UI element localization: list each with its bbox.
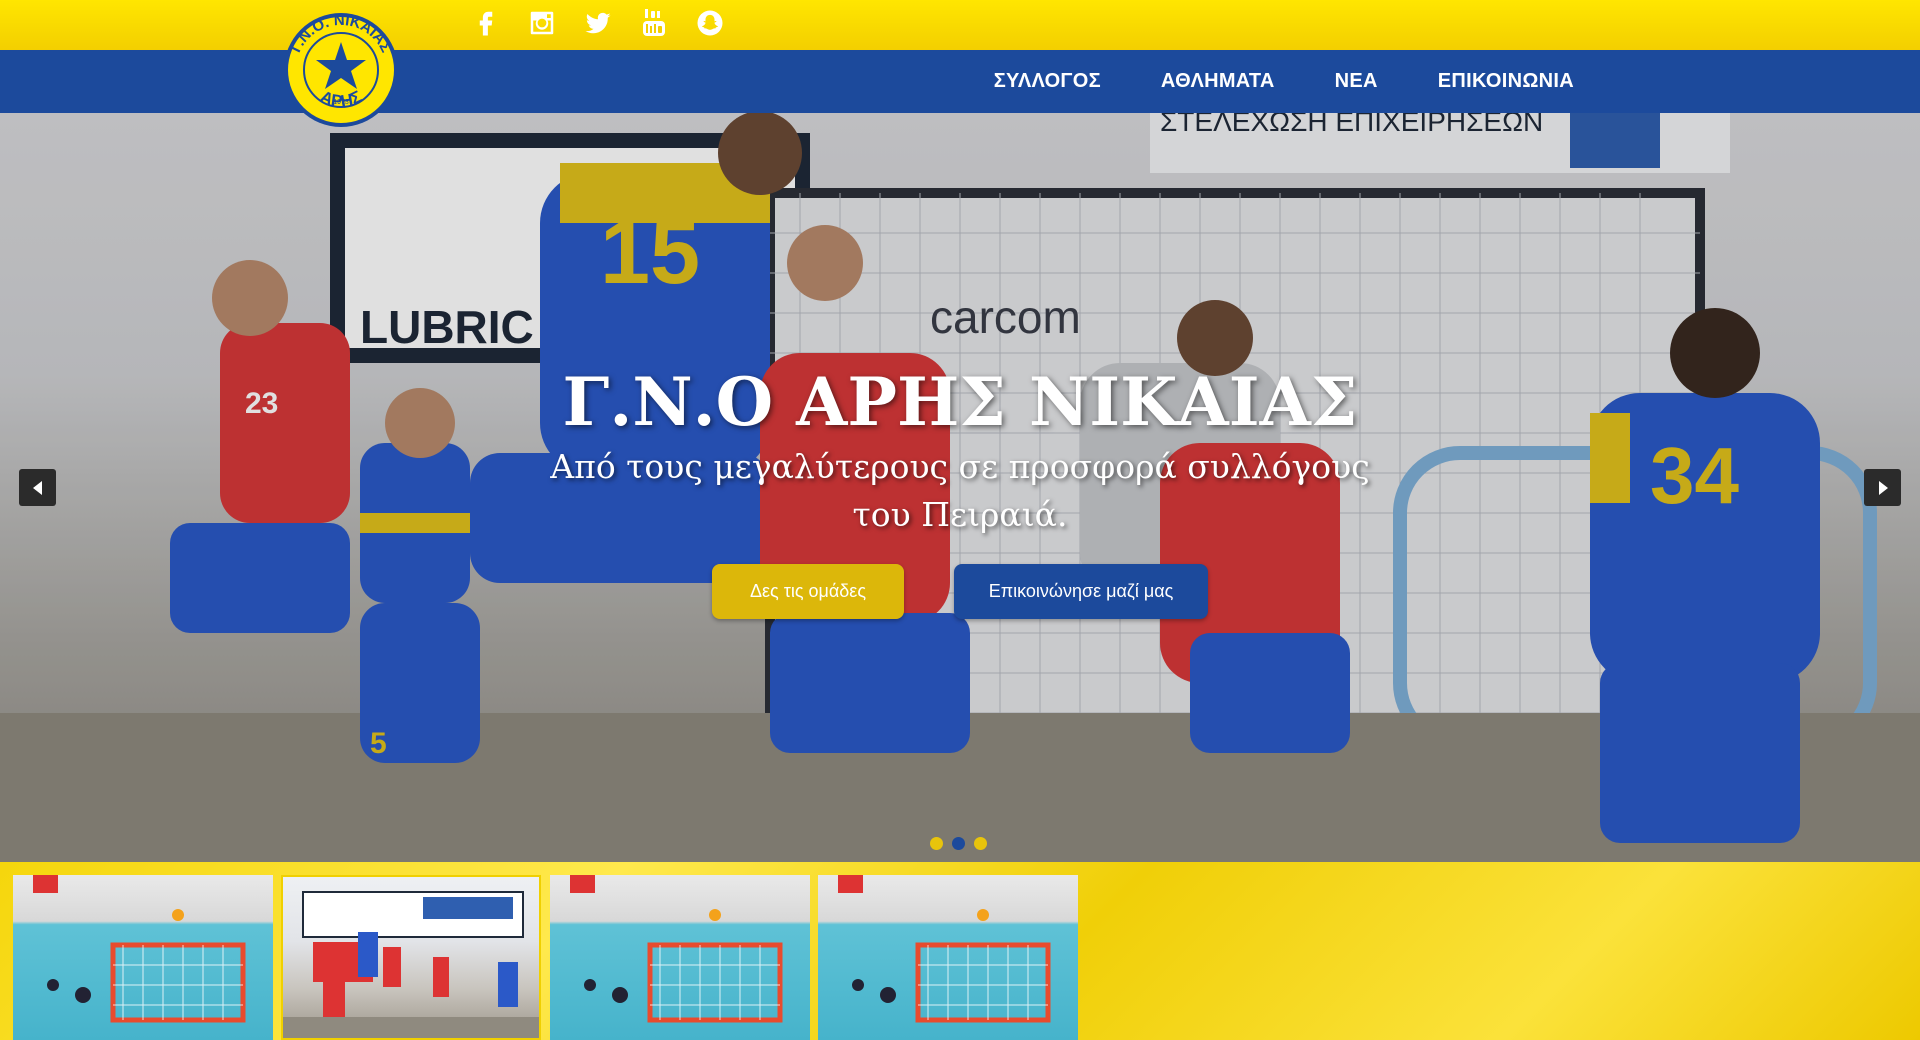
club-logo[interactable]: Γ.Ν.Ο. ΝΙΚΑΙΑΣ ΑΡΗΣ 1973 — [280, 12, 402, 128]
main-nav: ΣΥΛΛΟΓΟΣ ΑΘΛΗΜΑΤΑ ΝΕΑ ΕΠΙΚΟΙΝΩΝΙΑ — [994, 50, 1574, 113]
hero-title: Γ.Ν.Ο ΑΡΗΣ ΝΙΚΑΙΑΣ — [562, 363, 1358, 441]
hero-slider: ΣΤΕΛΕΧΩΣΗ ΕΠΙΧΕΙΡΗΣΕΩΝ LUBRIC carcom 15 … — [0, 113, 1920, 862]
instagram-icon[interactable] — [526, 6, 558, 40]
snapchat-icon[interactable] — [694, 6, 726, 40]
slider-dots — [930, 837, 987, 850]
chevron-left-icon — [32, 480, 42, 495]
social-links — [470, 6, 726, 40]
slider-dot-3[interactable] — [974, 837, 987, 850]
twitter-icon[interactable] — [582, 6, 614, 40]
contact-us-button[interactable]: Επικοινώνησε μαζί μας — [954, 564, 1208, 619]
nav-item-sports[interactable]: ΑΘΛΗΜΑΤΑ — [1161, 70, 1275, 93]
gallery-strip — [0, 862, 1920, 1040]
youtube-icon[interactable] — [638, 6, 670, 40]
slider-prev-button[interactable] — [19, 469, 56, 506]
nav-item-club[interactable]: ΣΥΛΛΟΓΟΣ — [994, 70, 1101, 93]
facebook-icon[interactable] — [470, 6, 502, 40]
nav-item-contact[interactable]: ΕΠΙΚΟΙΝΩΝΙΑ — [1438, 70, 1574, 93]
gallery-thumb-waterpolo-3[interactable] — [818, 875, 1078, 1040]
hero-subtitle: Από τους μεγαλύτερους σε προσφορά συλλόγ… — [550, 447, 1370, 534]
slider-dot-2[interactable] — [952, 837, 965, 850]
chevron-right-icon — [1878, 480, 1888, 495]
nav-item-news[interactable]: ΝΕΑ — [1335, 70, 1378, 93]
slider-next-button[interactable] — [1864, 469, 1901, 506]
gallery-thumb-waterpolo-2[interactable] — [550, 875, 810, 1040]
gallery-thumb-waterpolo-1[interactable] — [13, 875, 273, 1040]
gallery-thumb-handball[interactable] — [281, 875, 541, 1040]
slider-dot-1[interactable] — [930, 837, 943, 850]
logo-year: 1973 — [333, 99, 349, 106]
view-teams-button[interactable]: Δες τις ομάδες — [712, 564, 904, 619]
